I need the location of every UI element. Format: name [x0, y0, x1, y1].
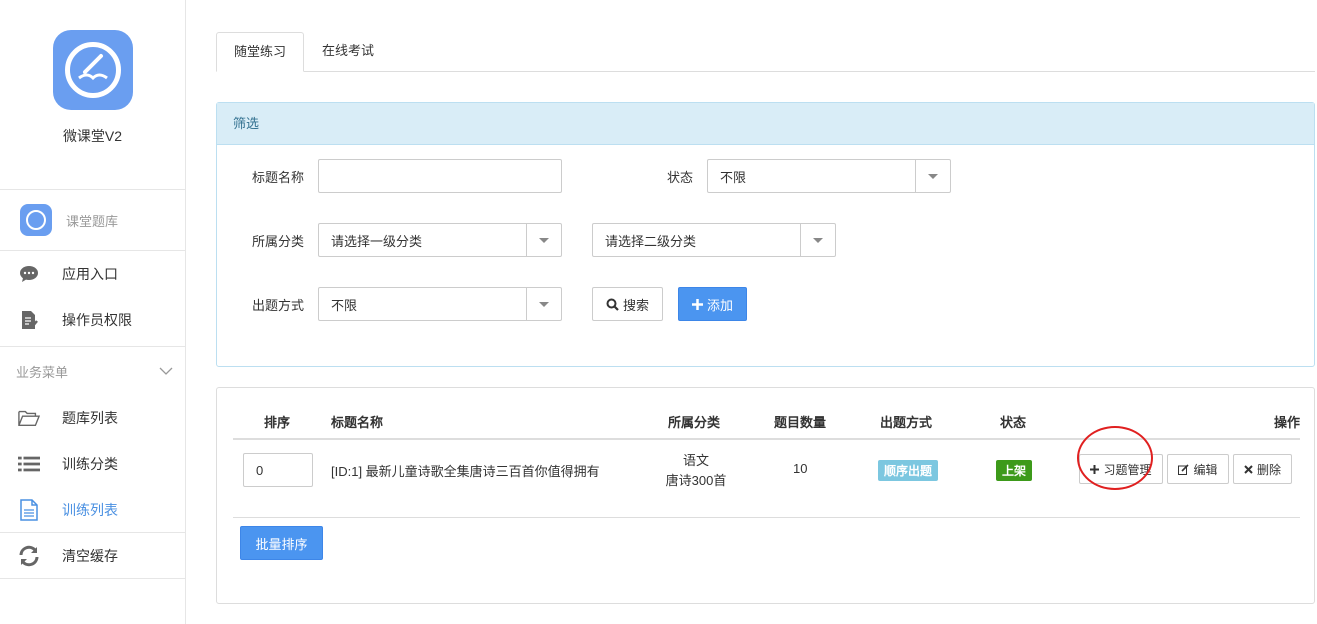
search-button-label: 搜索: [622, 297, 649, 313]
plus-icon: [1090, 464, 1100, 474]
status-select[interactable]: 不限: [707, 159, 951, 193]
manage-exercises-label: 习题管理: [1103, 462, 1152, 477]
mode-select-value: 不限: [331, 297, 358, 313]
sidebar-item-training-list[interactable]: 训练列表: [0, 487, 185, 533]
filter-row-2: 所属分类 请选择一级分类 请选择二级分类: [217, 223, 836, 257]
th-category: 所属分类: [668, 415, 721, 430]
delete-label: 删除: [1256, 462, 1281, 477]
brand-block: 微课堂V2: [0, 30, 185, 190]
book-pen-icon: [77, 54, 108, 81]
module-switcher[interactable]: 课堂题库: [0, 190, 185, 251]
batch-sort-button[interactable]: 批量排序: [240, 526, 323, 560]
file-text-icon: [18, 498, 40, 521]
row-count: 10: [793, 461, 808, 476]
th-mode: 出题方式: [880, 415, 933, 430]
search-button[interactable]: 搜索: [592, 287, 663, 321]
search-icon: [606, 298, 619, 311]
sidebar-item-label: 训练分类: [62, 456, 118, 472]
list-panel: 排序 标题名称 所属分类 题目数量 出题方式 状态 操作 [ID:1] 最新儿童…: [216, 387, 1315, 604]
th-status: 状态: [1000, 415, 1027, 430]
chevron-down-icon: [915, 160, 950, 192]
folder-open-icon: [18, 407, 40, 429]
tab-bar: 随堂练习 在线考试: [216, 32, 1315, 72]
file-edit-icon: [18, 309, 40, 331]
table-header: 排序 标题名称 所属分类 题目数量 出题方式 状态 操作: [233, 406, 1300, 440]
chevron-down-icon: [800, 224, 835, 256]
category2-select-value: 请选择二级分类: [605, 233, 697, 249]
row-title: [ID:1] 最新儿童诗歌全集唐诗三百首你值得拥有: [331, 464, 600, 479]
tab-in-class-practice[interactable]: 随堂练习: [216, 32, 304, 72]
mode-select[interactable]: 不限: [318, 287, 562, 321]
add-button[interactable]: 添加: [678, 287, 747, 321]
sidebar-item-operator-permissions[interactable]: 操作员权限: [0, 297, 185, 343]
plus-icon: [691, 298, 703, 310]
category-label: 所属分类: [251, 233, 304, 249]
edit-button[interactable]: 编辑: [1167, 454, 1229, 484]
category1-select[interactable]: 请选择一级分类: [318, 223, 562, 257]
mode-label: 出题方式: [251, 297, 304, 313]
module-label: 课堂题库: [66, 213, 119, 229]
chevron-down-icon: [526, 288, 561, 320]
filter-row-3: 出题方式 不限 搜索 添加: [217, 287, 747, 321]
sidebar-section-business[interactable]: 业务菜单: [0, 347, 185, 395]
list-icon: [18, 453, 40, 475]
th-title: 标题名称: [331, 415, 384, 430]
sidebar-item-label: 应用入口: [62, 266, 118, 282]
th-count: 题目数量: [774, 415, 827, 430]
sidebar-item-label: 训练列表: [62, 501, 118, 518]
status-label: 状态: [666, 169, 693, 185]
close-icon: [1244, 464, 1253, 474]
section-title: 业务菜单: [16, 364, 69, 380]
status-select-value: 不限: [720, 169, 747, 185]
tab-online-exam[interactable]: 在线考试: [306, 32, 390, 72]
title-input[interactable]: [318, 159, 562, 193]
sidebar-item-label: 题库列表: [62, 410, 118, 426]
title-label: 标题名称: [251, 169, 304, 185]
status-badge: 上架: [996, 460, 1033, 481]
sidebar-item-label: 操作员权限: [62, 312, 132, 328]
row-category: 语文 唐诗300首: [653, 451, 739, 491]
row-category-main: 语文: [682, 453, 709, 468]
sidebar-item-clear-cache[interactable]: 清空缓存: [0, 533, 185, 579]
sidebar-item-label: 清空缓存: [62, 547, 118, 564]
manage-exercises-button[interactable]: 习题管理: [1079, 454, 1163, 484]
refresh-icon: [18, 545, 40, 567]
status-filter: 状态 不限: [593, 159, 951, 193]
filter-panel: 筛选 标题名称 状态 不限 所属分类 请选择一级分类 请选择二级分类 出题方式 …: [216, 102, 1315, 367]
delete-button[interactable]: 删除: [1233, 454, 1292, 484]
category2-select[interactable]: 请选择二级分类: [592, 223, 836, 257]
th-sort: 排序: [264, 415, 291, 430]
th-actions: 操作: [1273, 415, 1300, 430]
module-logo-icon: [20, 204, 52, 236]
filter-row-1: 标题名称: [217, 159, 562, 193]
brand-name: 微课堂V2: [62, 128, 123, 144]
add-button-label: 添加: [706, 297, 733, 313]
filter-heading: 筛选: [217, 103, 1314, 145]
category1-select-value: 请选择一级分类: [331, 233, 423, 249]
app-logo: [52, 30, 133, 110]
sidebar-item-question-bank[interactable]: 题库列表: [0, 395, 185, 441]
table-row: [ID:1] 最新儿童诗歌全集唐诗三百首你值得拥有 语文 唐诗300首 10 顺…: [233, 440, 1300, 518]
sidebar: 微课堂V2 课堂题库 应用入口 操作员权限 业务菜单 题库列表 训练分类 训练列…: [0, 0, 186, 624]
sidebar-item-training-category[interactable]: 训练分类: [0, 441, 185, 487]
edit-label: 编辑: [1193, 462, 1218, 477]
sidebar-item-app-entry[interactable]: 应用入口: [0, 251, 185, 297]
chat-bubble-icon: [18, 263, 40, 285]
chevron-down-icon: [526, 224, 561, 256]
sort-input[interactable]: [243, 453, 313, 487]
chevron-down-icon: [159, 364, 173, 379]
edit-icon: [1178, 463, 1190, 475]
row-category-sub: 唐诗300首: [665, 473, 727, 488]
mode-badge: 顺序出题: [878, 460, 939, 481]
